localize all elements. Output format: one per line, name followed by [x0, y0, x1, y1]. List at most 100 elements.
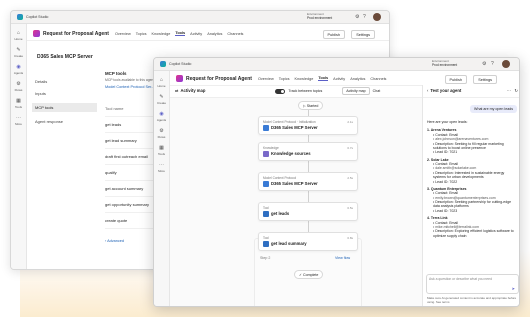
rail-item-tools[interactable]: ▦ Tools — [11, 98, 26, 110]
copilot-studio-logo-icon — [17, 14, 23, 20]
nav-details[interactable]: Details — [35, 79, 97, 84]
app-name: Copilot Studio — [169, 61, 192, 66]
rail-item-flows[interactable]: ⚙ Flows — [154, 128, 169, 140]
rail-item-create[interactable]: ✎ Create — [154, 94, 169, 106]
flow-node[interactable]: Tool get leads 0.5s — [258, 202, 358, 221]
tab-activity[interactable]: Activity — [333, 77, 345, 81]
test-panel-title: Test your agent — [430, 88, 462, 94]
rail-item-flows[interactable]: ⚙ Flows — [11, 81, 26, 93]
publish-button[interactable]: Publish — [444, 75, 467, 84]
rail-item-agents[interactable]: ◉ Agents — [154, 111, 169, 123]
tab-tools[interactable]: Tools — [175, 31, 186, 36]
more-icon: ⋯ — [16, 115, 21, 121]
environment-picker[interactable]: Environment Prod environment — [307, 12, 333, 20]
chat-input[interactable]: Ask a question or describe what you need… — [426, 274, 519, 294]
tool-icon — [263, 241, 269, 247]
rail-item-home[interactable]: ⌂ Home — [11, 30, 26, 42]
tab-channels[interactable]: Channels — [370, 77, 386, 81]
tools-icon: ▦ — [16, 98, 21, 104]
rail-item-more[interactable]: ⋯ More — [154, 162, 169, 174]
mcp-server-icon — [263, 181, 269, 187]
flow-node[interactable]: Model Context Protocol D365 Sales MCP Se… — [258, 172, 358, 191]
activity-map-title: Activity map — [180, 88, 206, 94]
more-icon: ⋯ — [159, 162, 164, 168]
create-icon: ✎ — [159, 94, 164, 100]
view-chat-button[interactable]: Chat — [373, 89, 381, 93]
tab-topics[interactable]: Topics — [136, 32, 147, 36]
reply-lead: Here are your open leads: — [427, 120, 468, 124]
help-icon[interactable]: ? — [491, 61, 494, 67]
page-title: D365 Sales MCP Server — [37, 54, 93, 60]
refresh-icon[interactable]: ↻ — [514, 88, 518, 93]
copilot-studio-logo-icon — [160, 61, 166, 67]
home-icon: ⌂ — [159, 77, 164, 83]
user-message: What are my open leads — [470, 105, 517, 113]
home-icon: ⌂ — [16, 30, 21, 36]
step-label: Step 2 — [260, 256, 271, 260]
rail-item-more[interactable]: ⋯ More — [11, 115, 26, 127]
activity-map-icon: ⇄ — [175, 88, 179, 94]
left-rail: ⌂ Home ✎ Create ◉ Agents ⚙ Flows ▦ Tools ⋯ Mor… — [154, 71, 170, 306]
agent-header: Request for Proposal Agent Overview Topi… — [27, 27, 389, 41]
chevron-left-icon[interactable]: ‹ — [427, 88, 428, 93]
view-activity-map-button[interactable]: Activity map — [342, 86, 370, 96]
agent-logo-icon — [176, 75, 183, 82]
front-window: Copilot Studio Environment Prod environm… — [153, 57, 520, 307]
test-agent-panel: ‹ Test your agent ⋯ ↻ What are my open l… — [422, 85, 519, 306]
started-pill: ▷ Started — [298, 101, 324, 110]
top-bar: Copilot Studio Environment Prod environm… — [154, 58, 519, 71]
settings-gear-icon[interactable]: ⚙ — [482, 61, 486, 67]
tab-tools[interactable]: Tools — [318, 76, 329, 81]
test-panel-header: ‹ Test your agent ⋯ ↻ — [423, 85, 519, 98]
publish-button[interactable]: Publish — [322, 30, 345, 39]
left-rail: ⌂ Home ✎ Create ◉ Agents ⚙ Flows ▦ Tools ⋯ Mor… — [11, 24, 27, 269]
rail-item-tools[interactable]: ▦ Tools — [154, 145, 169, 157]
environment-picker[interactable]: Environment Prod environment — [432, 59, 458, 67]
tab-knowledge[interactable]: Knowledge — [295, 77, 314, 81]
detail-nav: Details Inputs MCP tools Agent response — [32, 79, 97, 131]
knowledge-icon — [263, 151, 269, 157]
settings-gear-icon[interactable]: ⚙ — [355, 14, 359, 20]
create-icon: ✎ — [16, 47, 21, 53]
tab-overview[interactable]: Overview — [258, 77, 274, 81]
send-icon[interactable]: ➤ — [512, 286, 515, 291]
settings-button[interactable]: Settings — [473, 75, 497, 84]
flows-icon: ⚙ — [16, 81, 21, 87]
flow-node[interactable]: Knowledge Knowledge sources 0.7s — [258, 142, 358, 161]
agents-icon: ◉ — [159, 111, 164, 117]
view-flow-link[interactable]: View flow — [335, 256, 350, 260]
nav-mcp-tools[interactable]: MCP tools — [32, 103, 97, 112]
tab-knowledge[interactable]: Knowledge — [152, 32, 171, 36]
more-options-icon[interactable]: ⋯ — [507, 88, 511, 93]
tab-analytics[interactable]: Analytics — [350, 77, 365, 81]
tab-activity[interactable]: Activity — [190, 32, 202, 36]
rail-item-create[interactable]: ✎ Create — [11, 47, 26, 59]
agent-logo-icon — [33, 30, 40, 37]
rail-item-agents[interactable]: ◉ Agents — [11, 65, 26, 76]
avatar[interactable] — [373, 13, 381, 21]
tab-channels[interactable]: Channels — [227, 32, 243, 36]
activity-map-canvas: ▷ Started Model Context Protocol · Initi… — [170, 98, 422, 306]
avatar[interactable] — [502, 60, 510, 68]
flow-node[interactable]: Tool get lead summary 0.8s — [258, 232, 358, 251]
tab-analytics[interactable]: Analytics — [207, 32, 222, 36]
agent-header: Request for Proposal Agent Overview Topi… — [170, 72, 519, 86]
tools-icon: ▦ — [159, 145, 164, 151]
settings-button[interactable]: Settings — [351, 30, 375, 39]
app-name: Copilot Studio — [26, 14, 49, 19]
rail-item-home[interactable]: ⌂ Home — [154, 77, 169, 89]
agent-title: Request for Proposal Agent — [43, 30, 109, 37]
track-topics-toggle[interactable] — [275, 88, 286, 94]
track-topics-label: Track between topics — [288, 88, 323, 93]
nav-agent-response[interactable]: Agent response — [35, 119, 97, 124]
help-icon[interactable]: ? — [363, 14, 366, 20]
agent-reply: Here are your open leads: 1. Arena Ventu… — [427, 120, 517, 238]
tab-overview[interactable]: Overview — [115, 32, 131, 36]
complete-pill: ✓ Complete — [294, 270, 324, 279]
environment-name: Prod environment — [432, 62, 458, 67]
nav-inputs[interactable]: Inputs — [35, 91, 97, 96]
flows-icon: ⚙ — [159, 128, 164, 134]
environment-name: Prod environment — [307, 15, 333, 20]
flow-node[interactable]: Model Context Protocol · Initialization … — [258, 116, 358, 135]
tab-topics[interactable]: Topics — [279, 77, 290, 81]
